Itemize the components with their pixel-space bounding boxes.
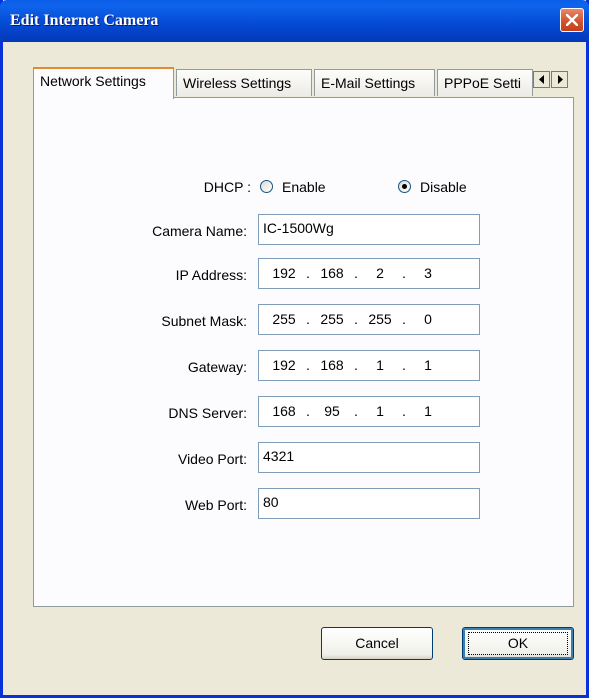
dhcp-disable-radio[interactable] — [398, 180, 411, 193]
ip-dot: . — [402, 403, 406, 419]
ip-octet[interactable]: 192 — [265, 357, 303, 373]
tab-label: PPPoE Setti — [444, 75, 522, 91]
tab-network-settings[interactable]: Network Settings — [33, 67, 174, 99]
ok-button[interactable]: OK — [462, 627, 574, 660]
network-settings-panel: DHCP : Enable Disable Camera Name: IC-15… — [33, 97, 574, 607]
ok-button-label: OK — [507, 635, 529, 651]
ip-dot: . — [306, 357, 310, 373]
ip-dot: . — [402, 357, 406, 373]
dns-server-label: DNS Server: — [168, 405, 247, 421]
ip-address-label: IP Address: — [175, 267, 247, 283]
dhcp-enable-label: Enable — [282, 179, 326, 195]
tab-scroll-right-button[interactable] — [551, 71, 568, 88]
ip-octet[interactable]: 1 — [409, 403, 447, 419]
tab-email-settings[interactable]: E-Mail Settings — [314, 69, 435, 96]
web-port-field[interactable]: 80 — [258, 488, 480, 519]
ip-octet[interactable]: 168 — [313, 265, 351, 281]
subnet-mask-field[interactable]: 255 . 255 . 255 . 0 — [258, 304, 480, 335]
web-port-label: Web Port: — [185, 497, 247, 513]
gateway-label: Gateway: — [187, 359, 247, 375]
tab-pppoe-settings[interactable]: PPPoE Setti — [437, 69, 533, 96]
dhcp-label: DHCP : — [203, 179, 251, 195]
ip-octet[interactable]: 255 — [361, 311, 399, 327]
ip-octet[interactable]: 168 — [265, 403, 303, 419]
ip-dot: . — [306, 403, 310, 419]
gateway-field[interactable]: 192 . 168 . 1 . 1 — [258, 350, 480, 381]
ip-octet[interactable]: 255 — [265, 311, 303, 327]
ip-octet[interactable]: 192 — [265, 265, 303, 281]
tab-strip: Network Settings Wireless Settings E-Mai… — [33, 67, 588, 99]
camera-name-label: Camera Name: — [152, 223, 247, 239]
tab-label: Wireless Settings — [183, 75, 292, 91]
dns-server-field[interactable]: 168 . 95 . 1 . 1 — [258, 396, 480, 427]
subnet-mask-label: Subnet Mask: — [161, 313, 247, 329]
tab-scroll-left-button[interactable] — [533, 71, 550, 88]
ip-octet[interactable]: 1 — [361, 403, 399, 419]
arrow-left-icon — [539, 75, 544, 84]
ip-octet[interactable]: 2 — [361, 265, 399, 281]
cancel-button[interactable]: Cancel — [321, 627, 433, 660]
ip-octet[interactable]: 3 — [409, 265, 447, 281]
window-title: Edit Internet Camera — [10, 12, 159, 29]
tab-wireless-settings[interactable]: Wireless Settings — [176, 69, 312, 96]
arrow-right-icon — [558, 75, 563, 84]
camera-name-field[interactable]: IC-1500Wg — [258, 214, 480, 245]
dhcp-enable-radio[interactable] — [260, 180, 273, 193]
close-icon — [566, 14, 578, 26]
close-button[interactable] — [560, 8, 584, 32]
edit-camera-dialog: Edit Internet Camera Network Settings Wi… — [0, 0, 589, 698]
tab-label: Network Settings — [40, 73, 146, 89]
ip-dot: . — [402, 265, 406, 281]
ip-octet[interactable]: 1 — [361, 357, 399, 373]
ip-octet[interactable]: 95 — [313, 403, 351, 419]
tab-label: E-Mail Settings — [321, 75, 416, 91]
radio-selected-dot — [402, 184, 407, 189]
ip-octet[interactable]: 255 — [313, 311, 351, 327]
ip-dot: . — [354, 357, 358, 373]
ip-octet[interactable]: 0 — [409, 311, 447, 327]
ip-dot: . — [402, 311, 406, 327]
dhcp-disable-label: Disable — [420, 179, 467, 195]
ip-octet[interactable]: 1 — [409, 357, 447, 373]
video-port-field[interactable]: 4321 — [258, 442, 480, 473]
ip-dot: . — [306, 311, 310, 327]
ip-octet[interactable]: 168 — [313, 357, 351, 373]
title-bar[interactable]: Edit Internet Camera — [0, 0, 589, 42]
ip-dot: . — [354, 403, 358, 419]
video-port-label: Video Port: — [177, 451, 247, 467]
ip-address-field[interactable]: 192 . 168 . 2 . 3 — [258, 258, 480, 289]
ip-dot: . — [354, 311, 358, 327]
ip-dot: . — [306, 265, 310, 281]
ip-dot: . — [354, 265, 358, 281]
cancel-button-label: Cancel — [355, 635, 399, 651]
